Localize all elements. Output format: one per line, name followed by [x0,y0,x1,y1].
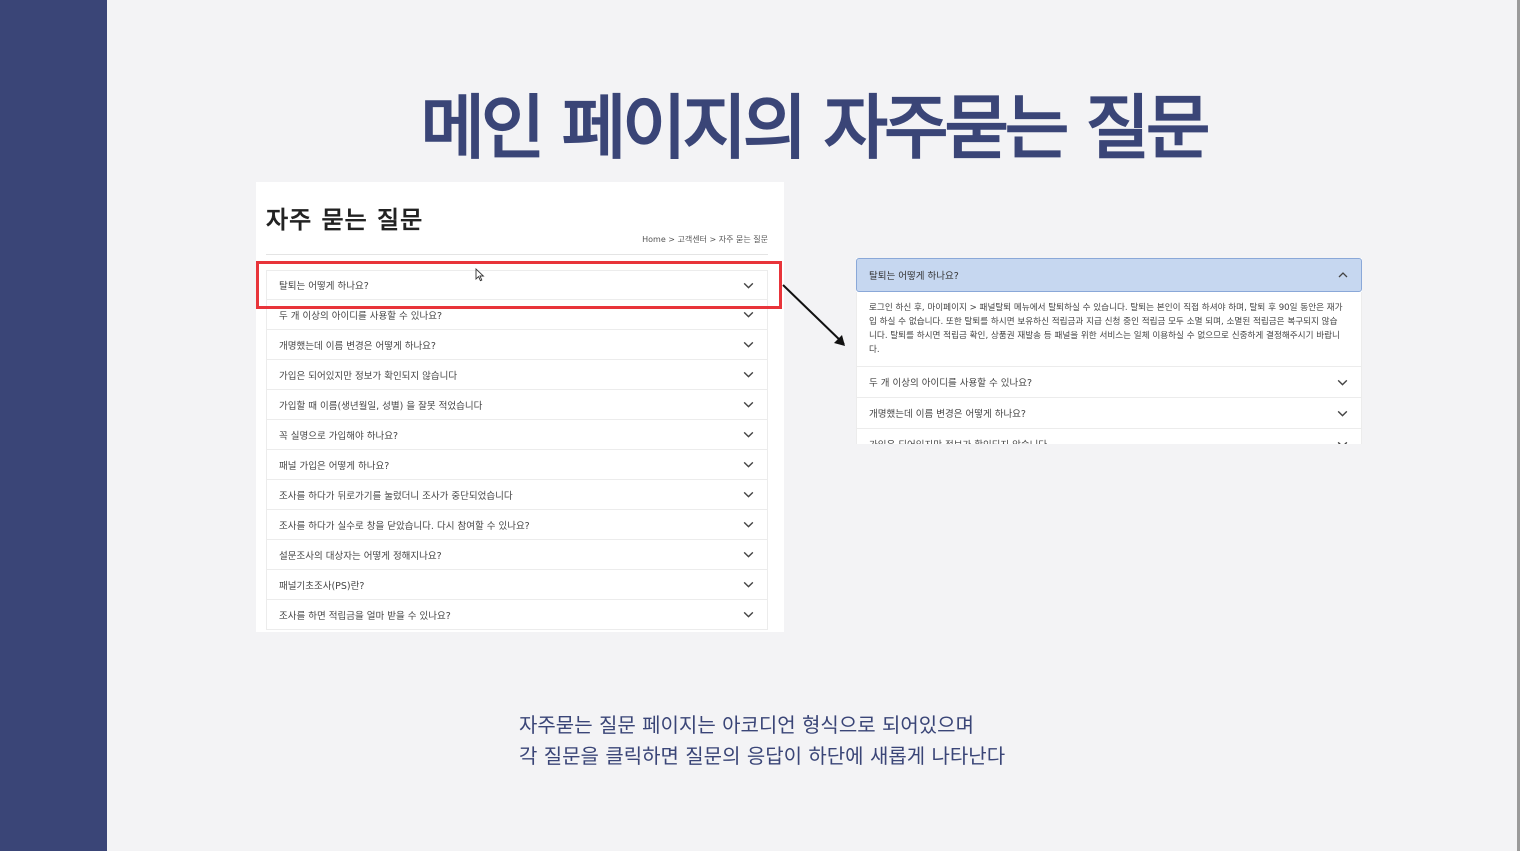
faq-item-label: 설문조사의 대상자는 어떻게 정해지나요? [279,550,442,562]
faq-item-label: 개명했는데 이름 변경은 어떻게 하나요? [279,340,436,352]
faq-screenshot: 자주 묻는 질문 Home > 고객센터 > 자주 묻는 질문 탈퇴는 어떻게 … [256,182,784,632]
faq-item-label: 조사를 하다가 뒤로가기를 눌렀더니 조사가 중단되었습니다 [279,490,513,502]
expanded-question[interactable]: 탈퇴는 어떻게 하나요? [856,258,1362,292]
chevron-down-icon [743,551,754,558]
chevron-down-icon [1337,379,1348,386]
faq-item-label: 개명했는데 이름 변경은 어떻게 하나요? [869,409,1026,420]
heading-divider [266,254,768,255]
highlight-box [256,261,782,309]
cursor-icon [475,268,485,282]
chevron-down-icon [743,311,754,318]
chevron-down-icon [743,431,754,438]
chevron-down-icon [743,611,754,618]
faq-item[interactable]: 조사를 하면 적립금을 얼마 받을 수 있나요? [266,600,768,630]
chevron-down-icon [743,341,754,348]
faq-item[interactable]: 패널기초조사(PS)란? [266,570,768,600]
faq-item-label: 두 개 이상의 아이디를 사용할 수 있나요? [869,378,1033,389]
faq-item[interactable]: 설문조사의 대상자는 어떻게 정해지나요? [266,540,768,570]
slide-title: 메인 페이지의 자주묻는 질문 [420,87,1211,169]
slide-caption: 자주묻는 질문 페이지는 아코디언 형식으로 되어있으며 각 질문을 클릭하면 … [519,710,1005,772]
caption-line-2: 각 질문을 클릭하면 질문의 응답이 하단에 새롭게 나타난다 [519,744,1006,768]
expanded-screenshot: 탈퇴는 어떻게 하나요? 로그인 하신 후, 마이페이지 > 패널탈퇴 메뉴에서… [856,258,1362,444]
breadcrumb[interactable]: Home > 고객센터 > 자주 묻는 질문 [642,234,768,245]
faq-item-label: 조사를 하다가 실수로 창을 닫았습니다. 다시 참여할 수 있나요? [279,520,530,532]
faq-item[interactable]: 조사를 하다가 뒤로가기를 눌렀더니 조사가 중단되었습니다 [266,480,768,510]
arrow-icon [782,284,845,346]
following-questions: 두 개 이상의 아이디를 사용할 수 있나요? 개명했는데 이름 변경은 어떻게 … [856,367,1362,444]
faq-item[interactable]: 개명했는데 이름 변경은 어떻게 하나요? [266,330,768,360]
chevron-down-icon [743,491,754,498]
faq-item[interactable]: 꼭 실명으로 가입해야 하나요? [266,420,768,450]
slide-sidebar [0,0,107,851]
faq-list: 탈퇴는 어떻게 하나요? 두 개 이상의 아이디를 사용할 수 있나요? 개명했는데… [266,270,768,630]
faq-page-heading: 자주 묻는 질문 [266,206,424,234]
faq-item-label: 꼭 실명으로 가입해야 하나요? [279,430,398,442]
faq-item[interactable]: 가입은 되어있지만 정보가 확인되지 않습니다 [856,429,1362,444]
chevron-down-icon [743,371,754,378]
chevron-down-icon [1337,410,1348,417]
caption-line-1: 자주묻는 질문 페이지는 아코디언 형식으로 되어있으며 [519,713,974,737]
faq-item-label: 조사를 하면 적립금을 얼마 받을 수 있나요? [279,610,451,622]
faq-item[interactable]: 두 개 이상의 아이디를 사용할 수 있나요? [856,367,1362,398]
faq-item-label: 패널 가입은 어떻게 하나요? [279,460,390,472]
faq-item-label: 가입은 되어있지만 정보가 확인되지 않습니다 [869,437,1047,444]
chevron-down-icon [743,581,754,588]
faq-item-label: 가입할 때 이름(생년월일, 성별) 을 잘못 적었습니다 [279,400,483,412]
faq-item[interactable]: 가입은 되어있지만 정보가 확인되지 않습니다 [266,360,768,390]
faq-item[interactable]: 개명했는데 이름 변경은 어떻게 하나요? [856,398,1362,429]
chevron-down-icon [743,401,754,408]
expanded-answer: 로그인 하신 후, 마이페이지 > 패널탈퇴 메뉴에서 탈퇴하실 수 있습니다.… [856,292,1362,367]
chevron-up-icon [1338,272,1348,278]
faq-item[interactable]: 조사를 하다가 실수로 창을 닫았습니다. 다시 참여할 수 있나요? [266,510,768,540]
faq-item[interactable]: 패널 가입은 어떻게 하나요? [266,450,768,480]
faq-item-label: 가입은 되어있지만 정보가 확인되지 않습니다 [279,370,458,382]
expanded-question-label: 탈퇴는 어떻게 하나요? [869,271,959,282]
chevron-down-icon [1337,441,1348,444]
chevron-down-icon [743,521,754,528]
chevron-down-icon [743,461,754,468]
faq-item[interactable]: 가입할 때 이름(생년월일, 성별) 을 잘못 적었습니다 [266,390,768,420]
faq-item-label: 두 개 이상의 아이디를 사용할 수 있나요? [279,310,443,322]
faq-item-label: 패널기초조사(PS)란? [279,580,365,592]
